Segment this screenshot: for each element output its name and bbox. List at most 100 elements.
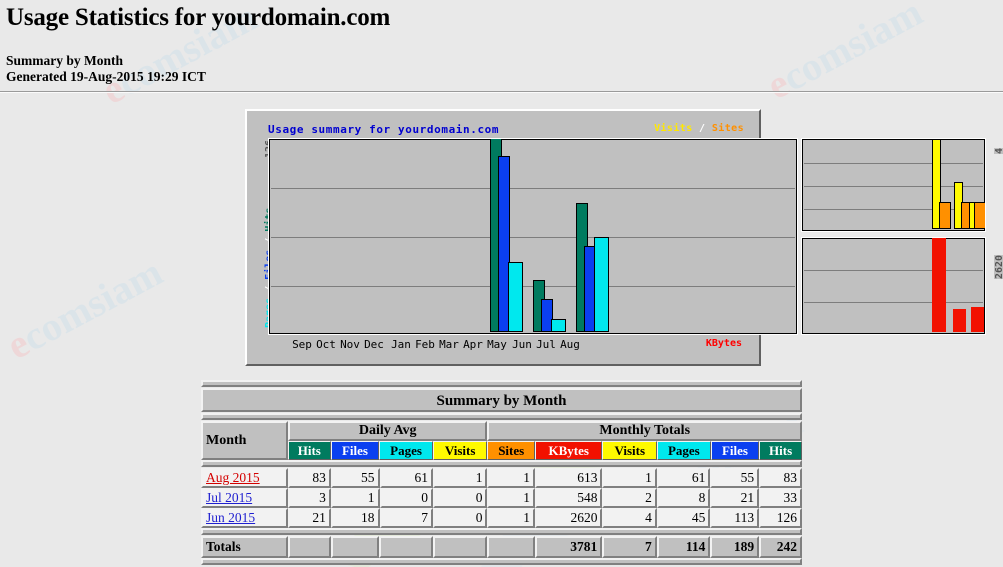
cell-avg-hits: 21 bbox=[288, 508, 331, 528]
cell-avg-pages: 61 bbox=[379, 468, 434, 488]
chart-panel-kbytes bbox=[801, 237, 986, 335]
bar-pages-aug bbox=[594, 237, 609, 332]
table-row[interactable]: Aug 2015 83 55 61 1 1 613 1 61 55 83 bbox=[201, 468, 802, 488]
totals-avg-visits bbox=[432, 536, 488, 558]
totals-label: Totals bbox=[201, 536, 289, 558]
chart-title: Usage summary for yourdomain.com bbox=[268, 123, 500, 136]
bar-sites-aug bbox=[974, 202, 985, 229]
totals-total-visits: 7 bbox=[602, 536, 657, 558]
cell-total-hits: 33 bbox=[759, 488, 802, 508]
table-group-header-row: Month Daily Avg Monthly Totals bbox=[201, 421, 802, 460]
bar-pages-jun bbox=[508, 262, 523, 332]
cell-avg-files: 1 bbox=[330, 488, 380, 508]
col-header-total-sites: Sites bbox=[487, 441, 536, 460]
summary-label: Summary by Month bbox=[6, 53, 124, 68]
table-body: Aug 2015 83 55 61 1 1 613 1 61 55 83 Jul… bbox=[201, 468, 802, 528]
right-top-axis-max-label: 4 bbox=[994, 147, 1003, 154]
col-header-total-kbytes: KBytes bbox=[535, 441, 603, 460]
col-header-total-hits: Hits bbox=[759, 441, 802, 460]
page-subtitle: Summary by Month Generated 19-Aug-2015 1… bbox=[6, 53, 206, 85]
cell-total-sites: 1 bbox=[487, 508, 535, 528]
cell-total-visits: 1 bbox=[602, 468, 657, 488]
col-header-total-pages: Pages bbox=[657, 441, 711, 460]
table-caption: Summary by Month bbox=[201, 388, 802, 412]
bar-kbytes-jul bbox=[953, 309, 966, 332]
cell-avg-visits: 1 bbox=[433, 468, 488, 488]
table-column-header-row: Hits Files Pages Visits Sites KBytes Vis… bbox=[201, 441, 802, 460]
col-header-total-files: Files bbox=[710, 441, 760, 460]
cell-total-sites: 1 bbox=[487, 468, 535, 488]
totals-avg-hits bbox=[288, 536, 331, 558]
chart-panel-hits-files-pages bbox=[268, 138, 798, 335]
cell-avg-visits: 0 bbox=[433, 488, 488, 508]
right-bottom-axis-max-label: 2620 bbox=[994, 254, 1003, 279]
legend-separator: / bbox=[699, 123, 706, 134]
bar-kbytes-jun bbox=[932, 238, 946, 332]
generated-timestamp: Generated 19-Aug-2015 19:29 ICT bbox=[6, 69, 206, 84]
cell-avg-pages: 0 bbox=[379, 488, 434, 508]
table-spacer-header bbox=[201, 460, 802, 467]
bar-sites-jun bbox=[939, 202, 951, 229]
cell-total-files: 21 bbox=[710, 488, 760, 508]
totals-total-hits: 242 bbox=[759, 536, 802, 558]
cell-total-pages: 8 bbox=[656, 488, 711, 508]
cell-total-visits: 4 bbox=[602, 508, 657, 528]
legend-sites: Sites bbox=[711, 123, 744, 134]
totals-total-sites bbox=[487, 536, 535, 558]
page-title: Usage Statistics for yourdomain.com bbox=[6, 4, 391, 31]
legend-visits: Visits bbox=[654, 123, 693, 134]
table-row[interactable]: Jul 2015 3 1 0 0 1 548 2 8 21 33 bbox=[201, 488, 802, 508]
cell-total-hits: 126 bbox=[759, 508, 802, 528]
cell-total-sites: 1 bbox=[487, 488, 535, 508]
table-totals-row: Totals 3781 7 114 189 242 bbox=[201, 536, 802, 558]
cell-avg-hits: 83 bbox=[288, 468, 331, 488]
totals-total-files: 189 bbox=[710, 536, 760, 558]
totals-total-pages: 114 bbox=[656, 536, 711, 558]
month-cell[interactable]: Jul 2015 bbox=[201, 488, 289, 508]
month-cell[interactable]: Jun 2015 bbox=[201, 508, 289, 528]
cell-avg-visits: 0 bbox=[433, 508, 488, 528]
col-header-total-visits: Visits bbox=[602, 441, 658, 460]
col-header-avg-visits: Visits bbox=[432, 441, 488, 460]
month-link-jul-2015[interactable]: Jul 2015 bbox=[206, 490, 252, 505]
cell-avg-files: 55 bbox=[330, 468, 380, 488]
cell-total-kbytes: 2620 bbox=[534, 508, 603, 528]
watermark: ecomsiam bbox=[0, 249, 170, 368]
bar-pages-jul bbox=[551, 319, 566, 332]
table-spacer-totals bbox=[201, 528, 802, 535]
cell-total-files: 55 bbox=[710, 468, 760, 488]
kbytes-axis-label: KBytes bbox=[705, 338, 742, 349]
chart-legend: Visits / Sites bbox=[654, 123, 744, 134]
group-header-monthly-totals: Monthly Totals bbox=[487, 421, 802, 441]
month-link-aug-2015[interactable]: Aug 2015 bbox=[206, 470, 260, 485]
header-divider bbox=[0, 91, 1003, 93]
col-header-avg-hits: Hits bbox=[287, 441, 331, 460]
month-tick-aug: Aug bbox=[560, 338, 580, 351]
cell-avg-files: 18 bbox=[330, 508, 380, 528]
cell-total-files: 113 bbox=[710, 508, 760, 528]
month-column-header: Month bbox=[201, 421, 288, 460]
cell-avg-pages: 7 bbox=[379, 508, 434, 528]
table-spacer-top bbox=[201, 380, 802, 387]
usage-statistics-page: ecomsiam ecomsiam ecomsiam ecomsiam ecom… bbox=[0, 0, 1003, 567]
col-header-avg-pages: Pages bbox=[379, 441, 433, 460]
cell-total-pages: 61 bbox=[656, 468, 711, 488]
cell-total-visits: 2 bbox=[602, 488, 657, 508]
bar-kbytes-aug bbox=[971, 307, 984, 332]
cell-total-pages: 45 bbox=[656, 508, 711, 528]
col-header-avg-files: Files bbox=[330, 441, 380, 460]
cell-avg-hits: 3 bbox=[288, 488, 331, 508]
table-spacer-caption bbox=[201, 413, 802, 420]
totals-avg-files bbox=[330, 536, 380, 558]
table-row[interactable]: Jun 2015 21 18 7 0 1 2620 4 45 113 126 bbox=[201, 508, 802, 528]
summary-by-month-table: Summary by Month Month Daily Avg Monthly… bbox=[201, 380, 802, 566]
totals-avg-pages bbox=[379, 536, 433, 558]
totals-total-kbytes: 3781 bbox=[534, 536, 603, 558]
chart-panel-visits-sites bbox=[801, 138, 986, 232]
month-link-jun-2015[interactable]: Jun 2015 bbox=[206, 510, 255, 525]
group-header-daily-avg: Daily Avg bbox=[287, 421, 488, 441]
usage-summary-chart: Usage summary for yourdomain.com Visits … bbox=[245, 109, 1003, 366]
table-spacer-bottom bbox=[201, 558, 802, 565]
month-cell[interactable]: Aug 2015 bbox=[201, 468, 289, 488]
cell-total-hits: 83 bbox=[759, 468, 802, 488]
